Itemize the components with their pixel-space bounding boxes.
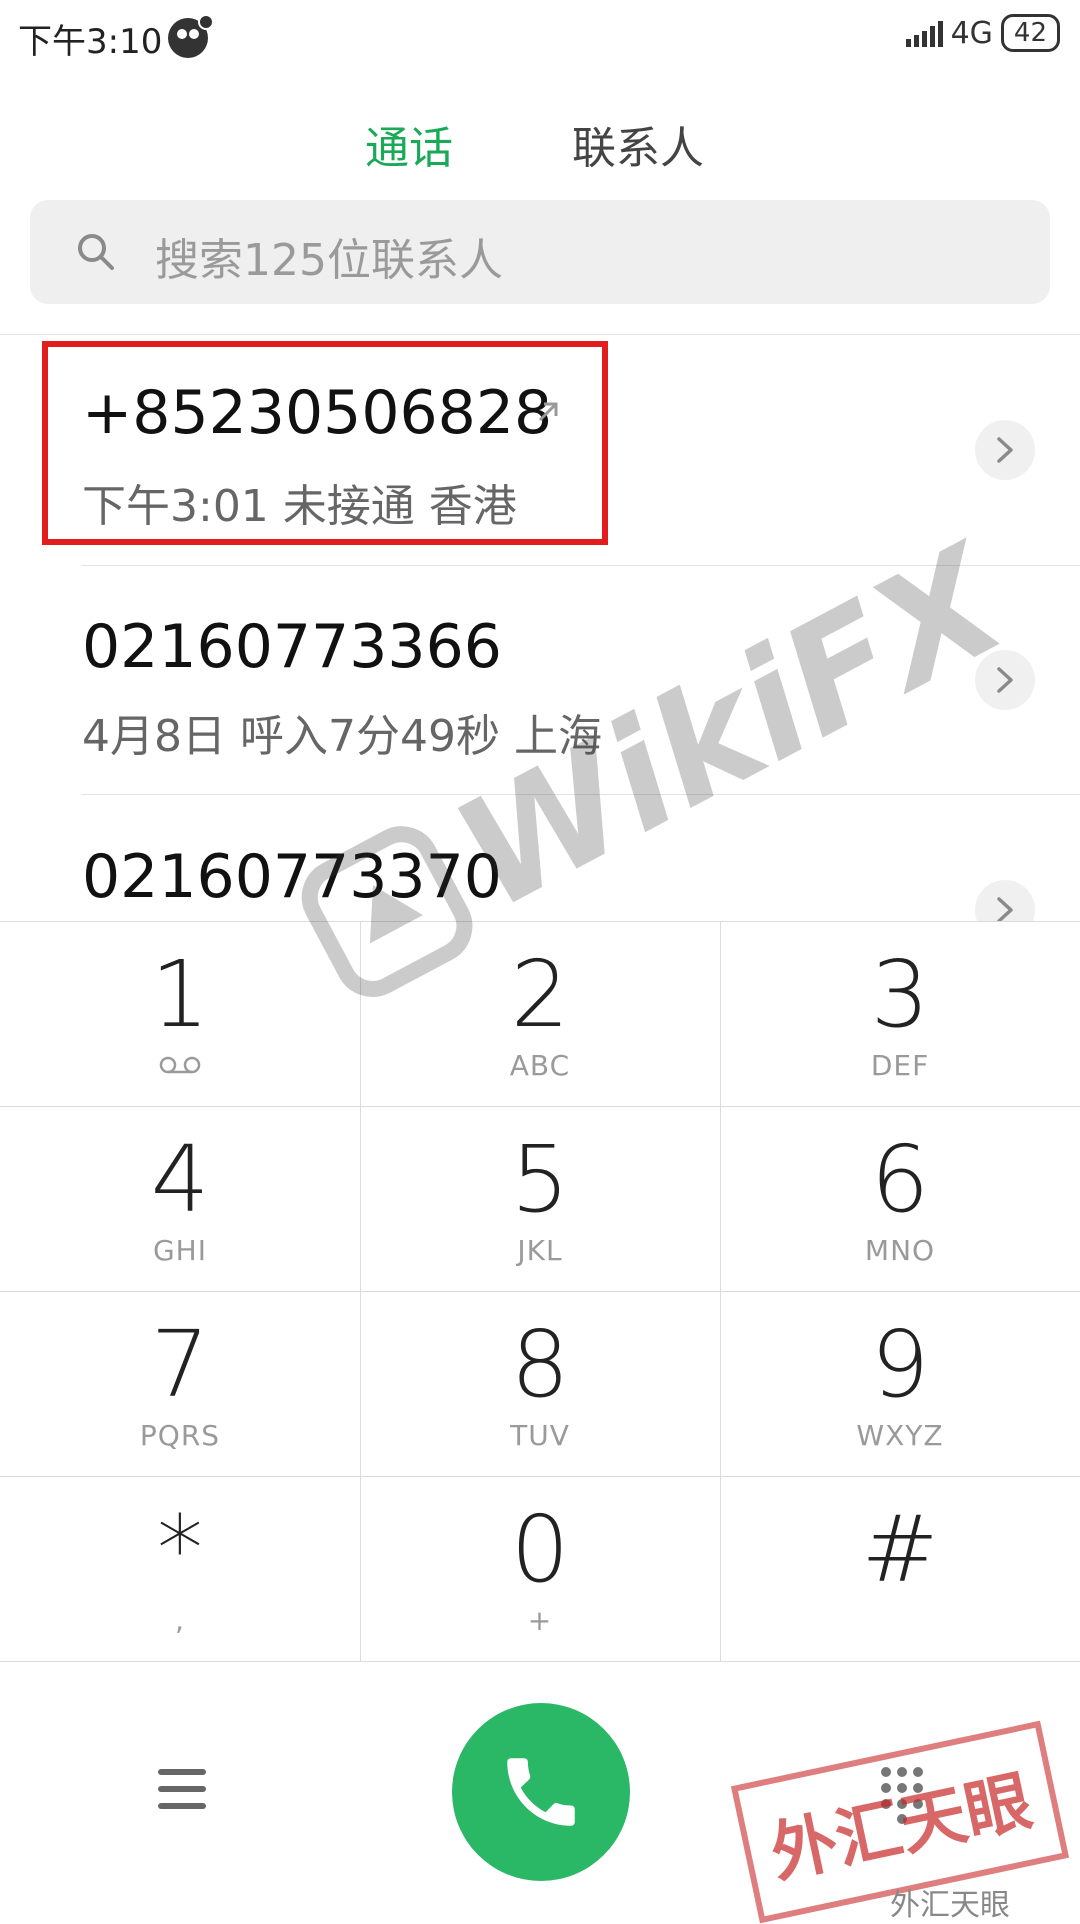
divider (0, 1661, 1080, 1662)
search-input[interactable]: 搜索125位联系人 (30, 200, 1050, 304)
tab-calls[interactable]: 通话 (365, 112, 453, 176)
call-detail-button[interactable] (975, 420, 1035, 480)
key-3[interactable]: 3 DEF (720, 921, 1080, 1106)
key-letters: , (175, 1604, 185, 1637)
key-9[interactable]: 9 WXYZ (720, 1291, 1080, 1476)
tab-contacts[interactable]: 联系人 (572, 112, 704, 176)
status-time: 下午3:10 (18, 22, 163, 62)
key-digit: 8 (510, 1311, 570, 1418)
key-digit: 7 (150, 1311, 210, 1418)
key-digit: 9 (870, 1311, 930, 1418)
key-hash[interactable]: # (720, 1476, 1080, 1661)
key-0[interactable]: 0 + (360, 1476, 720, 1661)
key-1[interactable]: 1 (0, 921, 360, 1106)
key-8[interactable]: 8 TUV (360, 1291, 720, 1476)
key-letters: JKL (517, 1234, 563, 1267)
key-digit: 6 (870, 1126, 930, 1233)
signal-icon (905, 19, 943, 47)
key-digit: 1 (150, 941, 210, 1048)
key-letters: ABC (509, 1049, 571, 1082)
key-letters: PQRS (139, 1419, 221, 1452)
network-type: 4G (950, 15, 993, 51)
key-letters: DEF (870, 1049, 930, 1082)
menu-icon[interactable] (158, 1767, 206, 1815)
key-7[interactable]: 7 PQRS (0, 1291, 360, 1476)
key-digit: 4 (150, 1126, 210, 1233)
key-6[interactable]: 6 MNO (720, 1106, 1080, 1291)
highlight-box (42, 341, 608, 545)
battery-icon: 42 (1000, 14, 1060, 52)
search-placeholder: 搜索125位联系人 (155, 235, 503, 286)
key-digit: 0 (510, 1496, 570, 1603)
status-right: 4G 42 (905, 14, 1060, 52)
battery-level: 42 (1013, 18, 1047, 48)
key-5[interactable]: 5 JKL (360, 1106, 720, 1291)
stamp-text: 外汇天眼 (764, 1762, 1039, 1893)
dialpad: 1 2 ABC 3 DEF 4 GHI 5 JKL 6 MNO 7 PQRS 8… (0, 921, 1080, 1662)
call-number: 02160773366 (82, 612, 502, 682)
key-digit: 3 (870, 941, 930, 1048)
key-letters: WXYZ (856, 1419, 944, 1452)
voicemail-icon (0, 1049, 360, 1082)
key-letters: MNO (864, 1234, 936, 1267)
key-digit: * (157, 1496, 203, 1603)
key-4[interactable]: 4 GHI (0, 1106, 360, 1291)
key-letters: GHI (152, 1234, 207, 1267)
app-notification-icon (162, 8, 218, 64)
phone-icon (507, 1758, 575, 1826)
key-digit: 5 (510, 1126, 570, 1233)
key-letters: TUV (510, 1419, 570, 1452)
watermark-credit: 外汇天眼 (890, 1888, 1010, 1923)
key-digit: # (861, 1496, 939, 1603)
call-button[interactable] (452, 1703, 630, 1881)
search-icon (74, 230, 118, 274)
key-star[interactable]: * , (0, 1476, 360, 1661)
key-letters: + (527, 1604, 553, 1637)
